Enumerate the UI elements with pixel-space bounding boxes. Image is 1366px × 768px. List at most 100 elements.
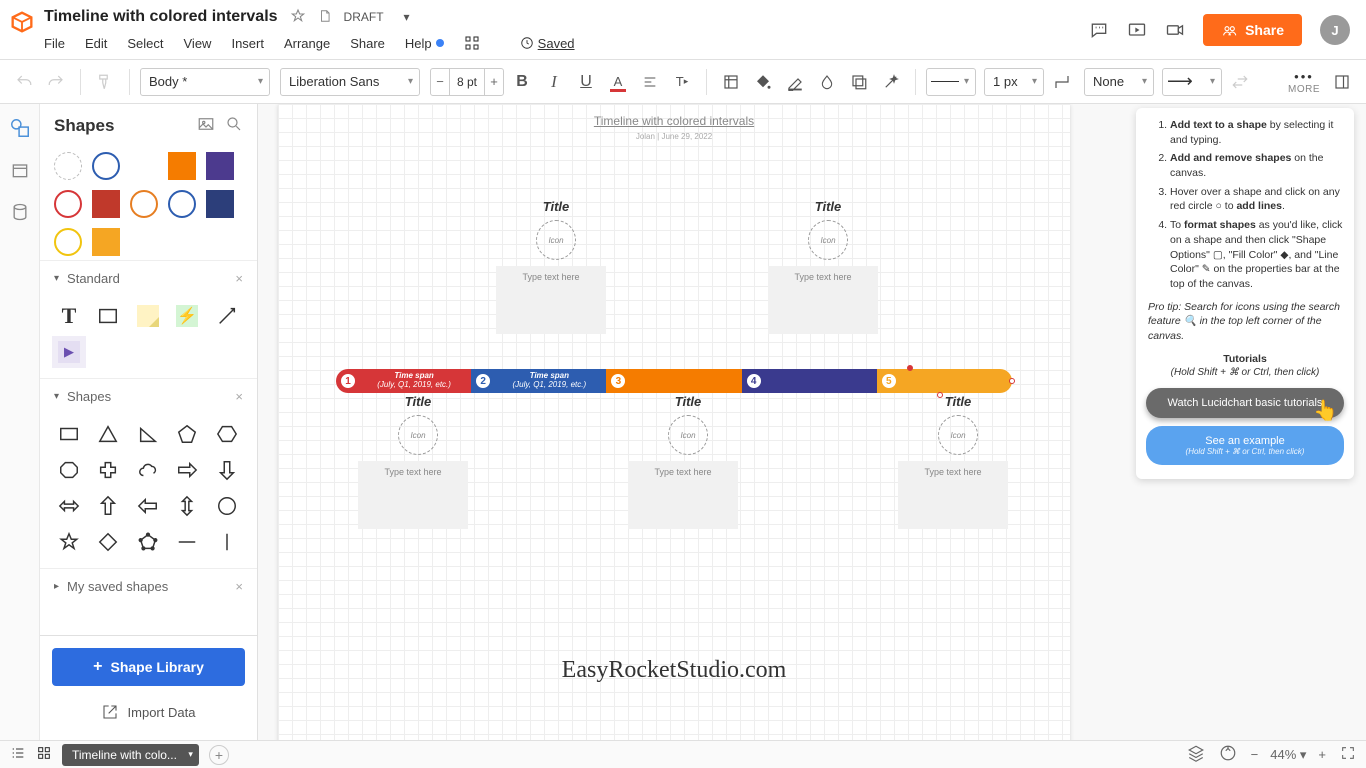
zoom-value[interactable]: 44% ▾ bbox=[1270, 747, 1306, 763]
cloud-shape[interactable] bbox=[131, 454, 165, 486]
opacity-button[interactable] bbox=[813, 68, 841, 96]
swatch-empty[interactable] bbox=[130, 152, 158, 180]
swatch-orange-circle[interactable] bbox=[130, 190, 158, 218]
zoom-out-button[interactable]: − bbox=[1251, 747, 1259, 762]
undo-button[interactable] bbox=[10, 68, 38, 96]
timeline-block-top-1[interactable]: Title Icon Type text here bbox=[496, 199, 616, 334]
panel-toggle-icon[interactable] bbox=[1328, 68, 1356, 96]
timeline-segment-5[interactable]: 5 bbox=[877, 369, 1012, 393]
canvas-page[interactable]: Timeline with colored intervals Jolan | … bbox=[278, 104, 1070, 740]
swatch-red-circle[interactable] bbox=[54, 190, 82, 218]
bolt-shape[interactable]: ⚡ bbox=[170, 300, 204, 332]
menu-arrange[interactable]: Arrange bbox=[284, 36, 330, 51]
present-icon[interactable] bbox=[1127, 20, 1147, 40]
fullscreen-icon[interactable] bbox=[1340, 745, 1356, 764]
section-saved-shapes[interactable]: ▸My saved shapes× bbox=[40, 568, 257, 604]
italic-button[interactable]: I bbox=[540, 68, 568, 96]
right-arrow-shape[interactable] bbox=[170, 454, 204, 486]
saved-status[interactable]: Saved bbox=[520, 36, 575, 51]
swatch-red[interactable] bbox=[92, 190, 120, 218]
document-icon[interactable] bbox=[318, 8, 332, 27]
comment-icon[interactable] bbox=[1089, 20, 1109, 40]
font-size-stepper[interactable]: − 8 pt + bbox=[430, 68, 504, 96]
circle-shape[interactable] bbox=[210, 490, 244, 522]
swatch-purple[interactable] bbox=[206, 152, 234, 180]
close-icon[interactable]: × bbox=[235, 579, 243, 594]
line-start-select[interactable]: None bbox=[1084, 68, 1154, 96]
star-icon[interactable] bbox=[290, 8, 306, 27]
swatch-blue-circle[interactable] bbox=[92, 152, 120, 180]
avatar[interactable]: J bbox=[1320, 15, 1350, 45]
down-arrow-shape[interactable] bbox=[210, 454, 244, 486]
diamond-shape[interactable] bbox=[91, 526, 125, 558]
up-arrow-shape[interactable] bbox=[91, 490, 125, 522]
text-color-button[interactable]: A bbox=[604, 68, 632, 96]
note-shape[interactable] bbox=[131, 300, 165, 332]
double-v-arrow-shape[interactable] bbox=[170, 490, 204, 522]
search-icon[interactable] bbox=[225, 115, 243, 138]
container-rail-icon[interactable] bbox=[8, 158, 32, 182]
image-icon[interactable] bbox=[197, 115, 215, 138]
page-tab[interactable]: Timeline with colo... bbox=[62, 744, 199, 766]
data-rail-icon[interactable] bbox=[8, 200, 32, 224]
line-color-button[interactable] bbox=[781, 68, 809, 96]
redo-button[interactable] bbox=[42, 68, 70, 96]
watch-tutorials-button[interactable]: Watch Lucidchart basic tutorials👆 bbox=[1146, 388, 1344, 418]
swatch-navy[interactable] bbox=[206, 190, 234, 218]
pentagon-shape[interactable] bbox=[170, 418, 204, 450]
magic-button[interactable] bbox=[877, 68, 905, 96]
octagon-shape[interactable] bbox=[52, 454, 86, 486]
timeline-block-bottom-3[interactable]: Title Icon Type text here bbox=[898, 394, 1018, 529]
fill-color-button[interactable] bbox=[749, 68, 777, 96]
font-size-increase[interactable]: + bbox=[485, 69, 503, 95]
line-width-select[interactable]: 1 px bbox=[984, 68, 1044, 96]
left-arrow-shape[interactable] bbox=[131, 490, 165, 522]
polygon-edit-shape[interactable] bbox=[131, 526, 165, 558]
share-button[interactable]: Share bbox=[1203, 14, 1302, 46]
timeline-segment-2[interactable]: 2Time span(July, Q1, 2019, etc.) bbox=[471, 369, 606, 393]
menu-file[interactable]: File bbox=[44, 36, 65, 51]
swatch-dashed-circle[interactable] bbox=[54, 152, 82, 180]
timeline-block-top-2[interactable]: Title Icon Type text here bbox=[768, 199, 888, 334]
reverse-line-button[interactable] bbox=[1226, 68, 1254, 96]
text-style-select[interactable]: Body * bbox=[140, 68, 270, 96]
right-triangle-shape[interactable] bbox=[131, 418, 165, 450]
underline-button[interactable]: U bbox=[572, 68, 600, 96]
swatch-yellow[interactable] bbox=[92, 228, 120, 256]
text-options-button[interactable]: T▸ bbox=[668, 68, 696, 96]
timeline-block-bottom-1[interactable]: Title Icon Type text here bbox=[358, 394, 478, 529]
more-button[interactable]: ••• MORE bbox=[1288, 69, 1320, 95]
document-title[interactable]: Timeline with colored intervals bbox=[44, 8, 278, 26]
see-example-button[interactable]: See an example(Hold Shift + ⌘ or Ctrl, t… bbox=[1146, 426, 1344, 465]
line-h-shape[interactable] bbox=[170, 526, 204, 558]
add-page-button[interactable]: + bbox=[209, 745, 229, 765]
shape-library-button[interactable]: +Shape Library bbox=[52, 648, 245, 686]
arrow-line-shape[interactable] bbox=[210, 300, 244, 332]
menu-help[interactable]: Help bbox=[405, 36, 444, 51]
menu-select[interactable]: Select bbox=[127, 36, 163, 51]
menu-insert[interactable]: Insert bbox=[231, 36, 264, 51]
timeline-segment-3[interactable]: 3 bbox=[606, 369, 741, 393]
import-data-button[interactable]: Import Data bbox=[52, 696, 245, 728]
timeline-segment-1[interactable]: 1Time span(July, Q1, 2019, etc.) bbox=[336, 369, 471, 393]
menu-edit[interactable]: Edit bbox=[85, 36, 107, 51]
shadow-button[interactable] bbox=[845, 68, 873, 96]
star-shape[interactable] bbox=[52, 526, 86, 558]
target-icon[interactable] bbox=[1219, 744, 1237, 765]
canvas-area[interactable]: Timeline with colored intervals Jolan | … bbox=[258, 104, 1366, 740]
apps-icon[interactable] bbox=[464, 35, 480, 51]
align-button[interactable] bbox=[636, 68, 664, 96]
close-icon[interactable]: × bbox=[235, 271, 243, 286]
timeline-bar[interactable]: 1Time span(July, Q1, 2019, etc.) 2Time s… bbox=[336, 369, 1012, 393]
shapes-rail-icon[interactable] bbox=[8, 116, 32, 140]
shape-options-button[interactable] bbox=[717, 68, 745, 96]
video-icon[interactable] bbox=[1165, 20, 1185, 40]
timeline-block-bottom-2[interactable]: Title Icon Type text here bbox=[628, 394, 748, 529]
triangle-shape[interactable] bbox=[91, 418, 125, 450]
menu-share[interactable]: Share bbox=[350, 36, 385, 51]
font-family-select[interactable]: Liberation Sans bbox=[280, 68, 420, 96]
rectangle-shape[interactable] bbox=[52, 418, 86, 450]
cross-shape[interactable] bbox=[91, 454, 125, 486]
line-style-select[interactable] bbox=[926, 68, 976, 96]
grid-view-icon[interactable] bbox=[36, 745, 52, 764]
